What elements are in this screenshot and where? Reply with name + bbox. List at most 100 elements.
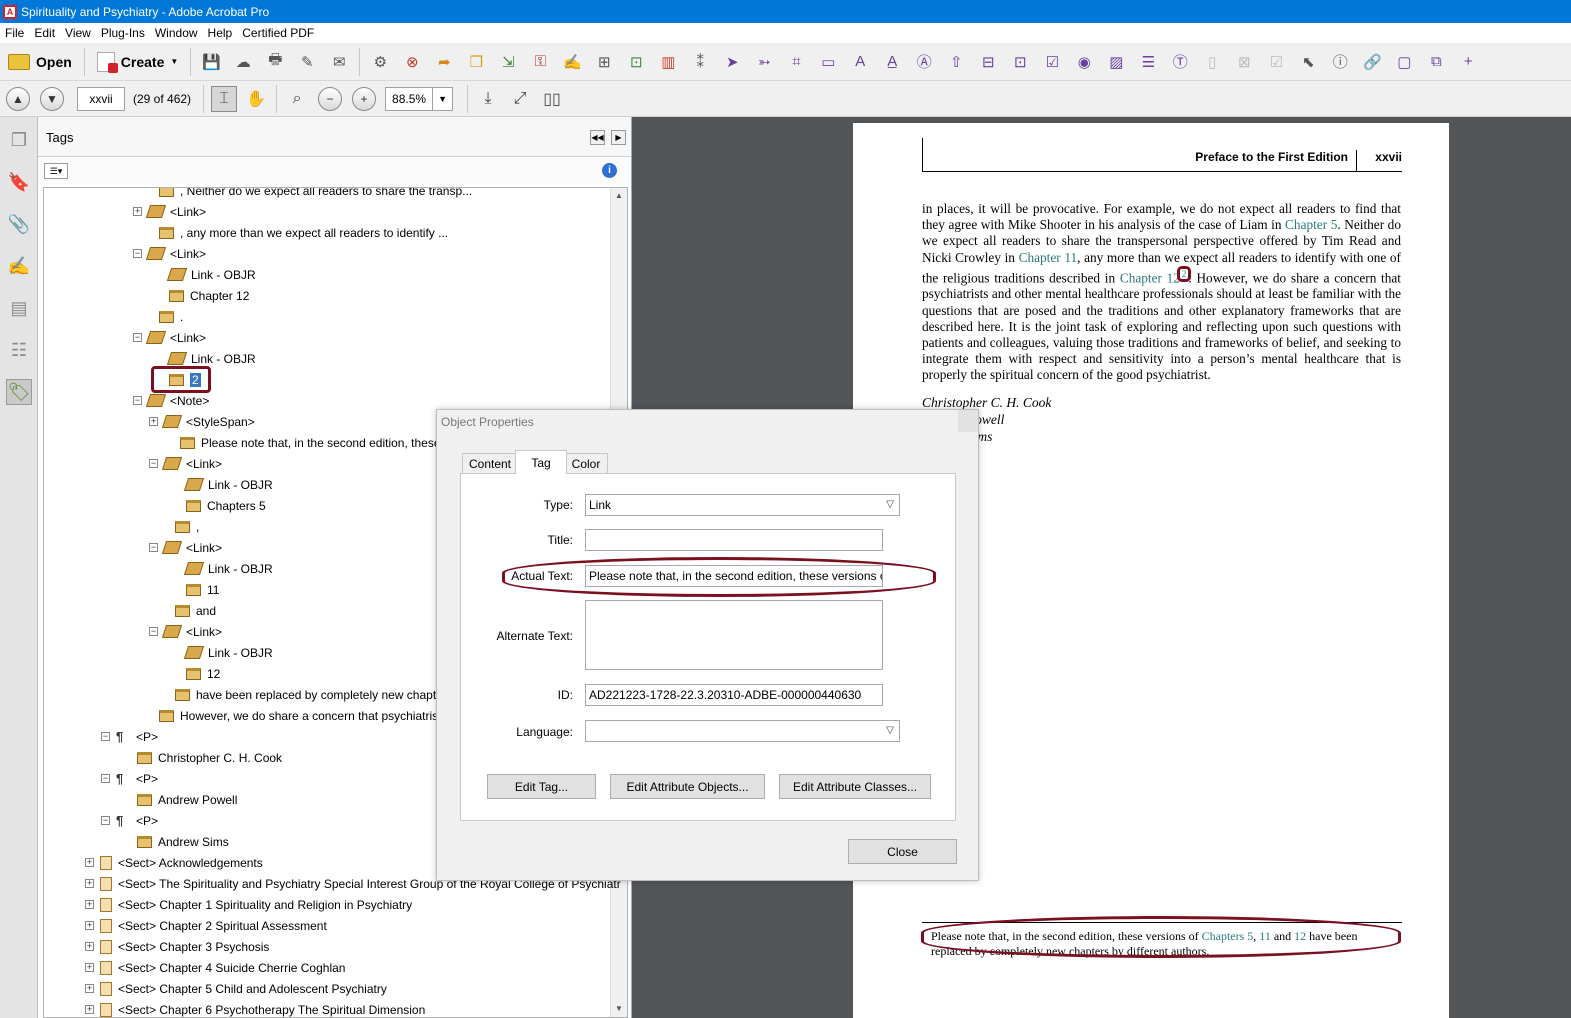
language-select[interactable]: ▽ bbox=[585, 720, 900, 742]
open-button[interactable]: Open bbox=[0, 47, 80, 77]
menu-plugins[interactable]: Plug-Ins bbox=[96, 26, 150, 40]
info-icon[interactable]: i bbox=[602, 163, 617, 178]
annotate-icon[interactable]: ✍ bbox=[562, 52, 582, 72]
text-icon[interactable]: A bbox=[850, 52, 870, 72]
menu-view[interactable]: View bbox=[60, 26, 96, 40]
print-icon[interactable]: 🖶 bbox=[265, 51, 285, 72]
tree-node[interactable]: Link - OBJR bbox=[154, 264, 256, 285]
touch-up-object-icon[interactable]: ➳ bbox=[754, 52, 774, 72]
tree-node[interactable]: , Neither do we expect all readers to sh… bbox=[144, 188, 472, 201]
tree-node[interactable]: However, we do share a concern that psyc… bbox=[144, 705, 461, 726]
form-field-icon[interactable]: ⊡ bbox=[1010, 52, 1030, 72]
insert-icon[interactable]: ⊞ bbox=[594, 52, 614, 72]
expand-icon[interactable]: + bbox=[85, 942, 94, 951]
menu-edit[interactable]: Edit bbox=[29, 26, 60, 40]
menu-file[interactable]: File bbox=[0, 26, 29, 40]
tree-node[interactable]: − <Link> bbox=[133, 243, 206, 264]
expand-icon[interactable]: + bbox=[85, 984, 94, 993]
export-icon[interactable]: ➦ bbox=[434, 52, 454, 72]
page-x-icon[interactable]: ⊠ bbox=[1234, 52, 1254, 72]
tree-node[interactable]: Andrew Powell bbox=[122, 789, 237, 810]
link-icon[interactable]: 🔗 bbox=[1362, 52, 1382, 72]
menu-window[interactable]: Window bbox=[150, 26, 203, 40]
fit-page-icon[interactable]: ⤓ bbox=[475, 86, 501, 112]
dialog-close-icon[interactable] bbox=[958, 410, 978, 432]
tree-node[interactable]: Chapters 5 bbox=[171, 495, 266, 516]
tree-node[interactable]: − ¶ <P> bbox=[101, 810, 158, 831]
collapse-icon[interactable]: − bbox=[101, 732, 110, 741]
tree-node[interactable]: − ¶ <P> bbox=[101, 726, 158, 747]
tab-content[interactable]: Content bbox=[462, 453, 518, 474]
expand-icon[interactable]: + bbox=[149, 417, 158, 426]
list-box-icon[interactable]: ☰ bbox=[1138, 52, 1158, 72]
marquee-zoom-icon[interactable]: ⌕ bbox=[284, 86, 310, 112]
frame-icon[interactable]: ▢ bbox=[1394, 52, 1414, 72]
text-baseline-icon[interactable]: A̲ bbox=[882, 52, 902, 72]
tab-color[interactable]: Color bbox=[564, 453, 608, 474]
collapse-icon[interactable]: − bbox=[149, 627, 158, 636]
collapse-icon[interactable]: − bbox=[149, 543, 158, 552]
reading-order-icon[interactable]: ⁑ bbox=[690, 52, 710, 72]
tree-node[interactable]: have been replaced by completely new cha… bbox=[160, 684, 453, 705]
image-icon[interactable]: ▨ bbox=[1106, 52, 1126, 72]
expand-icon[interactable]: + bbox=[85, 921, 94, 930]
save-icon[interactable]: 💾 bbox=[201, 52, 221, 72]
tree-node[interactable]: Link - OBJR bbox=[171, 558, 273, 579]
delete-page-icon[interactable]: ⊗ bbox=[402, 52, 422, 72]
tree-node[interactable]: Link - OBJR bbox=[171, 474, 273, 495]
radio-icon[interactable]: ◉ bbox=[1074, 52, 1094, 72]
tree-node[interactable]: − <Link> bbox=[149, 621, 222, 642]
tree-node[interactable]: Link - OBJR bbox=[171, 642, 273, 663]
zoom-level-input[interactable]: 88.5% bbox=[385, 86, 434, 111]
collapse-icon[interactable]: − bbox=[101, 816, 110, 825]
tree-node[interactable]: + <Sect> Chapter 4 Suicide Cherrie Coghla… bbox=[85, 957, 345, 978]
options-menu-icon[interactable]: ☰▾ bbox=[44, 163, 68, 179]
email-icon[interactable]: ✉ bbox=[329, 52, 349, 72]
tree-node[interactable]: + <Link> bbox=[133, 201, 206, 222]
tree-node[interactable]: − <Link> bbox=[149, 537, 222, 558]
link-chapter-5[interactable]: Chapter 5 bbox=[1285, 217, 1337, 232]
security-icon[interactable]: ⚿ bbox=[530, 52, 550, 72]
panel-forward-icon[interactable]: ▶ bbox=[611, 130, 626, 145]
rectangle-icon[interactable]: ▭ bbox=[818, 52, 838, 72]
text-field-icon[interactable]: Ⓣ bbox=[1170, 52, 1190, 72]
two-page-view-icon[interactable]: ▯▯ bbox=[539, 86, 565, 112]
checkbox-icon[interactable]: ☑ bbox=[1042, 52, 1062, 72]
tree-node[interactable]: and bbox=[160, 600, 216, 621]
tree-node[interactable]: − <Note> bbox=[133, 390, 209, 411]
collapse-icon[interactable]: − bbox=[101, 774, 110, 783]
extract-page-icon[interactable]: ⇲ bbox=[498, 52, 518, 72]
select-arrow-icon[interactable]: ➤ bbox=[722, 52, 742, 72]
bookmarks-icon[interactable]: 🔖 bbox=[6, 169, 32, 195]
hand-tool-icon[interactable]: ✋ bbox=[243, 86, 269, 112]
attachments-icon[interactable]: 📎 bbox=[6, 211, 32, 237]
cloud-upload-icon[interactable]: ☁ bbox=[233, 52, 253, 72]
alternate-text-field[interactable] bbox=[585, 600, 883, 670]
title-field[interactable] bbox=[585, 529, 883, 551]
expand-icon[interactable]: + bbox=[85, 1005, 94, 1014]
next-page-icon[interactable]: ▼ bbox=[40, 86, 64, 111]
settings-gear-icon[interactable]: ⚙ bbox=[370, 52, 390, 72]
tree-node[interactable]: + <Sect> Chapter 6 Psychotherapy The Spir… bbox=[85, 999, 425, 1017]
expand-icon[interactable]: + bbox=[85, 963, 94, 972]
tree-node[interactable]: + <Sect> Chapter 1 Spirituality and Relig… bbox=[85, 894, 412, 915]
tree-node[interactable]: + <StyleSpan> bbox=[149, 411, 255, 432]
menu-help[interactable]: Help bbox=[203, 26, 238, 40]
zoom-dropdown-icon[interactable]: ▼ bbox=[433, 86, 454, 111]
info-page-icon[interactable]: ⓘ bbox=[1330, 52, 1350, 72]
tree-node[interactable]: Please note that, in the second edition,… bbox=[165, 432, 467, 453]
signatures-icon[interactable]: ✍ bbox=[6, 253, 32, 279]
tree-node[interactable]: + <Sect> Chapter 5 Child and Adolescent P… bbox=[85, 978, 387, 999]
tree-node[interactable]: + <Sect> Chapter 2 Spiritual Assessment bbox=[85, 915, 327, 936]
previous-page-icon[interactable]: ▲ bbox=[6, 86, 30, 111]
ruler-icon[interactable]: ⊟ bbox=[978, 52, 998, 72]
color-bars-icon[interactable]: ▥ bbox=[658, 52, 678, 72]
tree-node[interactable]: + <Sect> Acknowledgements bbox=[85, 852, 263, 873]
tree-node[interactable]: 12 bbox=[171, 663, 220, 684]
edit-tag-button[interactable]: Edit Tag... bbox=[487, 774, 596, 799]
fit-width-icon[interactable]: ⤢ bbox=[507, 86, 533, 112]
edit-attribute-objects-button[interactable]: Edit Attribute Objects... bbox=[610, 774, 765, 799]
combine-files-icon[interactable]: ❐ bbox=[466, 52, 486, 72]
expand-icon[interactable]: + bbox=[85, 879, 94, 888]
collapse-icon[interactable]: − bbox=[133, 396, 142, 405]
